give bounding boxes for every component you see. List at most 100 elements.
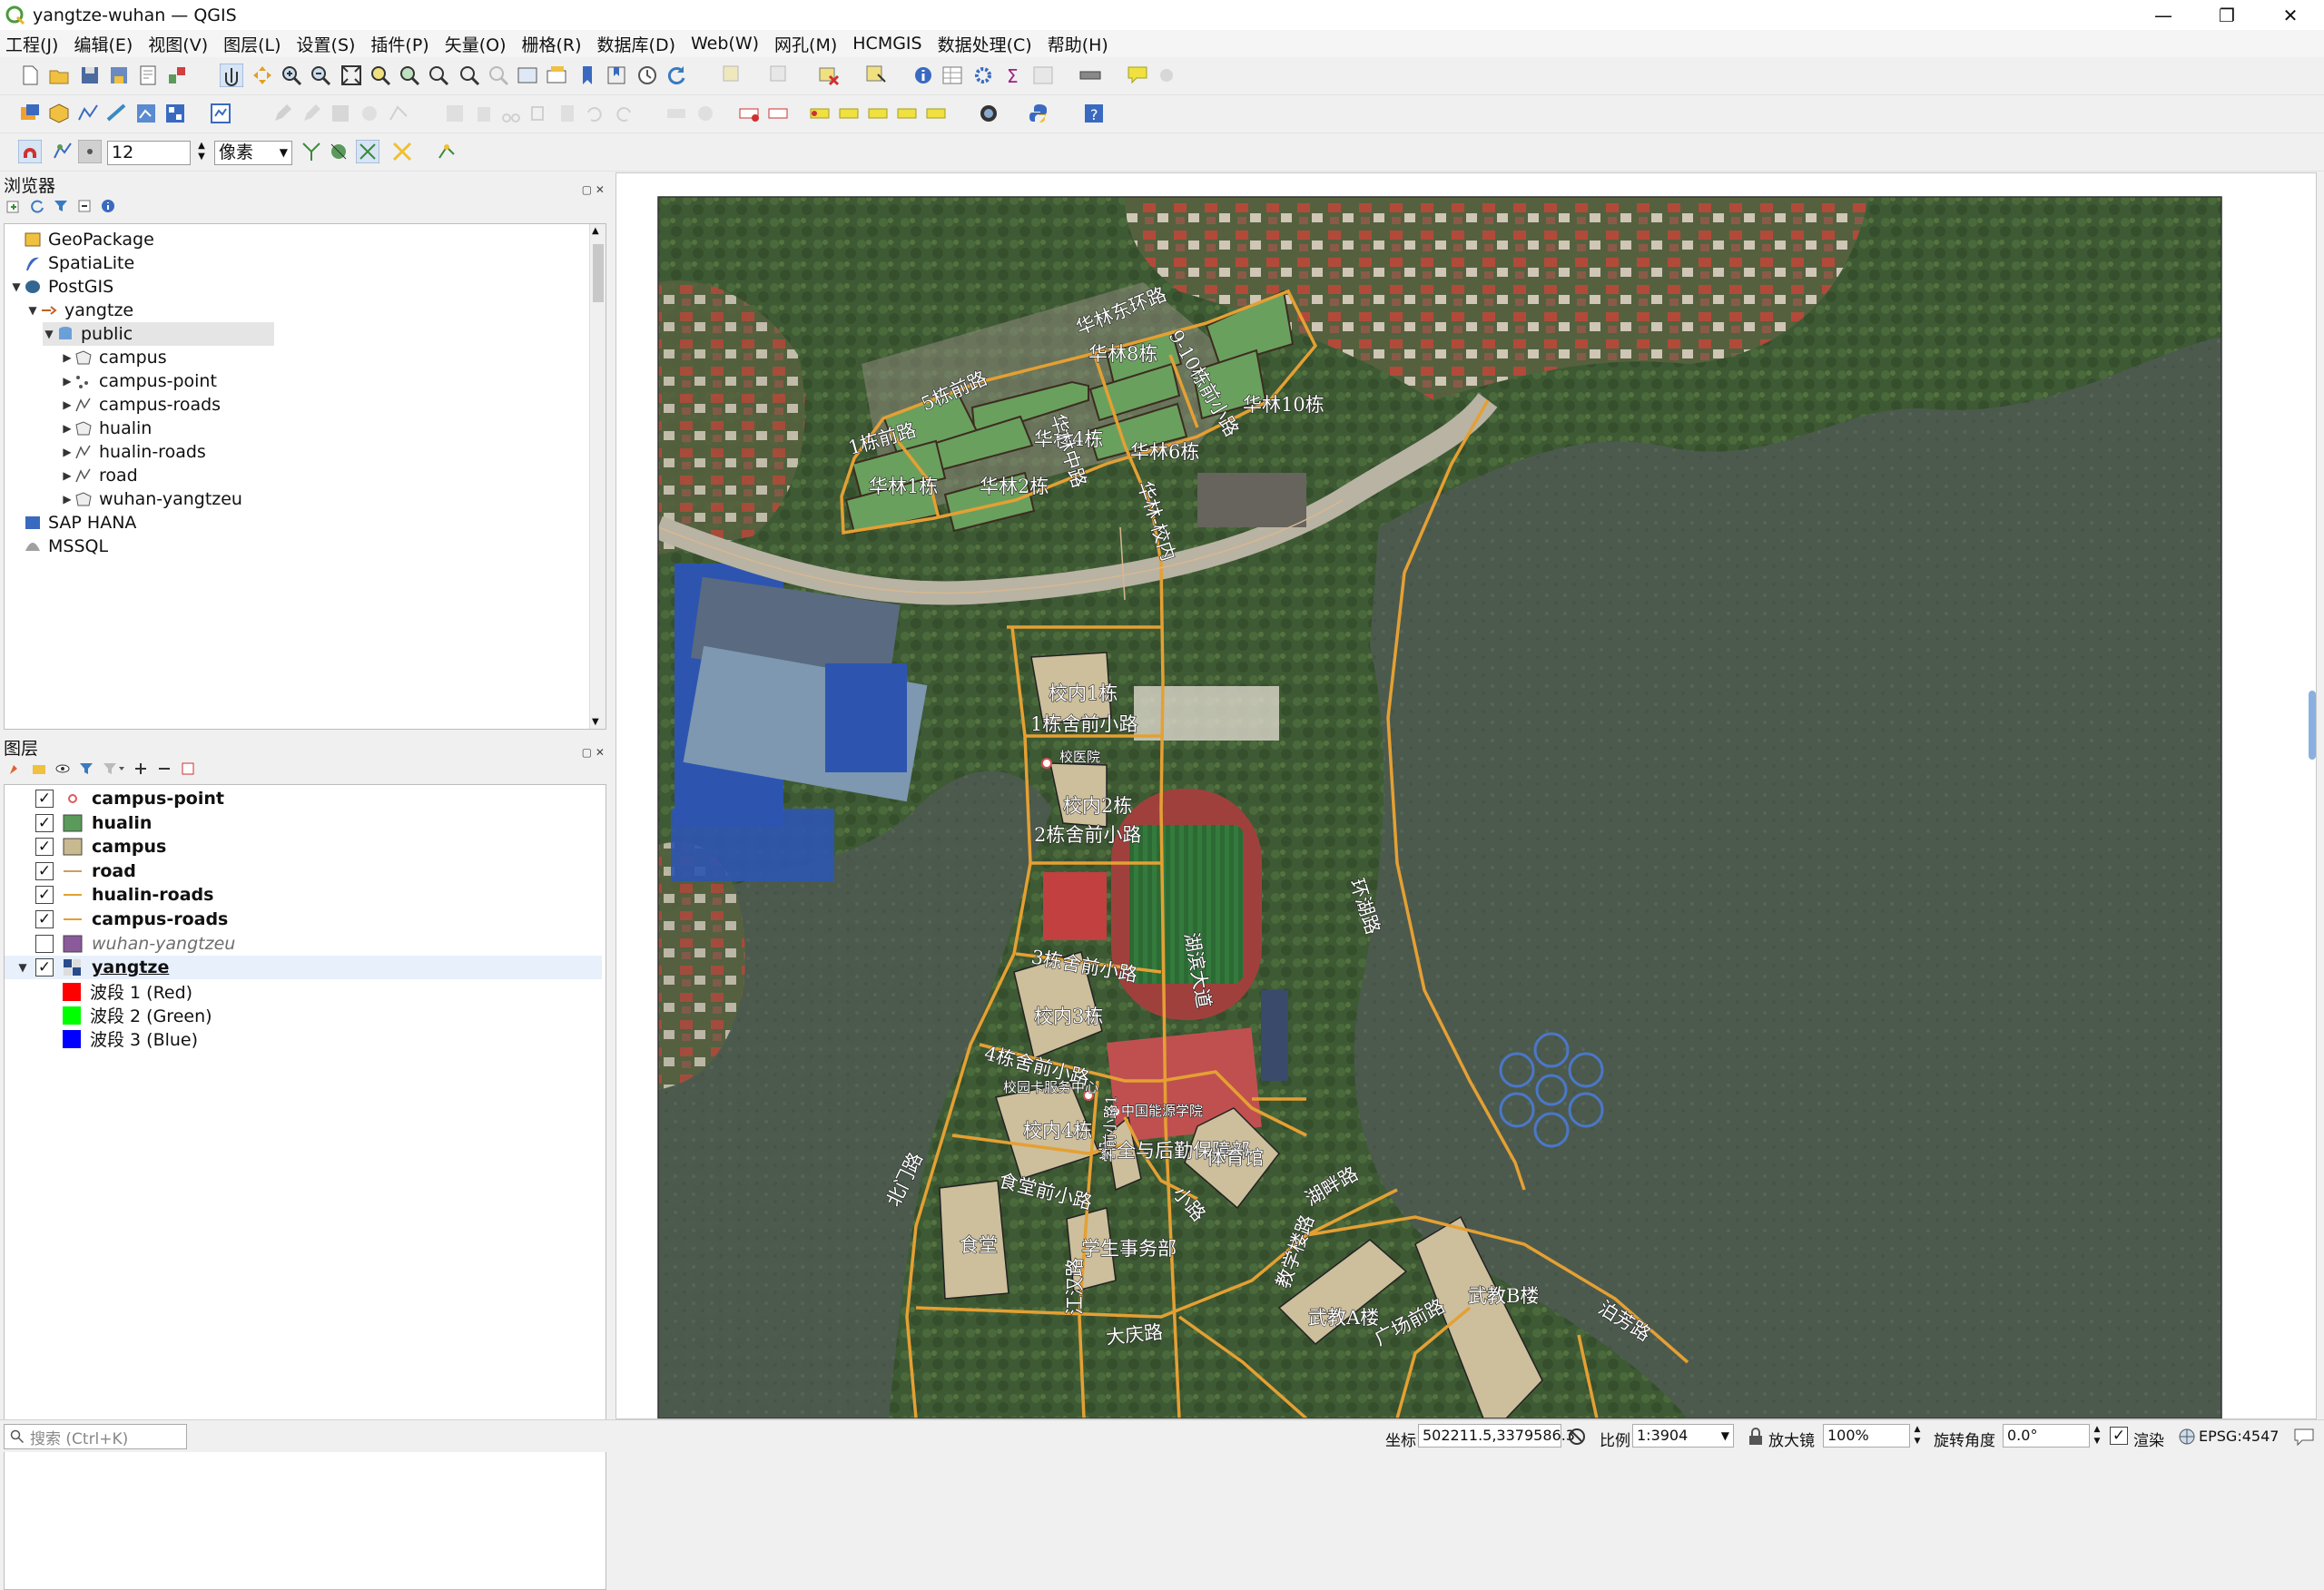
filter-legend-icon[interactable] <box>78 761 94 777</box>
layer-item-road[interactable]: ✓ road <box>10 859 136 883</box>
filter-expression-icon[interactable] <box>102 761 125 777</box>
layer-visibility-checkbox[interactable]: ✓ <box>35 813 54 832</box>
add-feature-icon[interactable] <box>358 102 381 125</box>
layer-item-campus-point[interactable]: ✓ campus-point <box>10 787 224 810</box>
menu-layer[interactable]: 图层(L) <box>223 32 281 56</box>
zoom-to-layer-icon[interactable] <box>398 64 421 87</box>
properties-info-icon[interactable] <box>100 198 116 214</box>
browser-item-sap-hana[interactable]: SAP HANA <box>10 511 136 535</box>
attribute-table-icon[interactable] <box>940 64 964 87</box>
expand-down-icon[interactable]: ▼ <box>10 280 23 293</box>
data-source-manager-icon[interactable] <box>18 102 42 125</box>
zoom-to-selection-icon[interactable] <box>369 64 392 87</box>
vertex-tool-icon[interactable] <box>387 102 410 125</box>
highlight-label-icon[interactable] <box>766 102 790 125</box>
map-scroll-indicator[interactable] <box>2309 691 2316 760</box>
expand-down-icon[interactable]: ▼ <box>26 304 39 317</box>
remove-layer-icon[interactable] <box>180 761 196 777</box>
maximize-button[interactable]: ❐ <box>2195 0 2259 30</box>
new-shapefile-icon[interactable] <box>76 102 100 125</box>
browser-item-spatialite[interactable]: SpatiaLite <box>10 251 134 275</box>
coord-field[interactable]: 502211.5,3379586.3 <box>1418 1424 1575 1448</box>
layer-visibility-checkbox[interactable]: ✓ <box>35 790 54 808</box>
scale-field[interactable]: 1:3904 ▼ <box>1632 1424 1734 1448</box>
add-selected-icon[interactable] <box>5 198 22 214</box>
layer-visibility-checkbox[interactable]: ✓ <box>35 886 54 905</box>
menu-mesh[interactable]: 网孔(M) <box>774 32 837 56</box>
pan-icon[interactable] <box>220 64 243 87</box>
zoom-out-icon[interactable] <box>309 64 332 87</box>
digitize-icon[interactable] <box>271 102 294 125</box>
menu-vector[interactable]: 矢量(O) <box>445 32 507 56</box>
map-canvas[interactable]: 华林8栋 华林10栋 华林4栋 华林6栋 华林1栋 华林2栋 5栋前路 1栋前路… <box>615 172 2317 1419</box>
expand-right-icon[interactable]: ▶ <box>61 375 74 388</box>
rotation-spinner[interactable]: ▲ ▼ <box>2090 1424 2104 1448</box>
processing-toolbox-icon[interactable] <box>971 64 995 87</box>
save-project-icon[interactable] <box>78 64 102 87</box>
expand-down-icon[interactable]: ▼ <box>10 961 35 974</box>
browser-item-mssql[interactable]: MSSQL <box>10 535 108 558</box>
temporal-controller-icon[interactable] <box>635 64 659 87</box>
layer-item-campus-roads[interactable]: ✓ campus-roads <box>10 908 228 931</box>
expand-right-icon[interactable]: ▶ <box>61 351 74 364</box>
new-map-view-icon[interactable] <box>516 64 539 87</box>
zoom-full-icon[interactable] <box>340 64 363 87</box>
snapping-layer-icon[interactable] <box>51 140 74 163</box>
map-tips-icon[interactable] <box>1126 64 1149 87</box>
copy-icon[interactable] <box>527 102 550 125</box>
snapping-type-icon[interactable] <box>78 140 102 163</box>
manage-visibility-icon[interactable] <box>54 761 71 777</box>
expand-down-icon[interactable]: ▼ <box>43 328 55 340</box>
save-as-icon[interactable] <box>107 64 131 87</box>
select-location-icon[interactable] <box>864 64 888 87</box>
browser-item-geopackage[interactable]: GeoPackage <box>10 228 154 251</box>
zoom-native-icon[interactable] <box>427 64 450 87</box>
browser-item-wuhan-yangtzeu[interactable]: ▶ wuhan-yangtzeu <box>61 487 242 511</box>
layer-item-hualin[interactable]: ✓ hualin <box>10 811 152 835</box>
avoid-overlap-icon[interactable] <box>356 140 379 163</box>
paste-icon[interactable] <box>556 102 579 125</box>
layer-label-icon[interactable] <box>694 102 717 125</box>
magnifier-field[interactable]: 100% <box>1823 1424 1910 1448</box>
zoom-in-icon[interactable] <box>280 64 303 87</box>
expand-right-icon[interactable]: ▶ <box>61 469 74 482</box>
new-print-layout-icon[interactable] <box>136 64 160 87</box>
collapse-all-layers-icon[interactable] <box>156 761 172 777</box>
move-label-icon[interactable] <box>866 102 890 125</box>
measure-icon[interactable] <box>1078 64 1102 87</box>
rotate-label-icon[interactable] <box>895 102 919 125</box>
label-icon[interactable] <box>665 102 688 125</box>
expand-right-icon[interactable]: ▶ <box>61 493 74 505</box>
table-icon[interactable] <box>1031 64 1055 87</box>
layer-item-campus[interactable]: ✓ campus <box>10 835 166 859</box>
show-hide-labels-icon[interactable] <box>837 102 861 125</box>
add-vector-icon[interactable] <box>134 102 158 125</box>
tolerance-spinner[interactable]: ▲ ▼ <box>192 141 211 165</box>
cut-icon[interactable] <box>499 102 523 125</box>
edit-pencil-icon[interactable] <box>300 102 323 125</box>
plugin-globe-icon[interactable] <box>977 102 1000 125</box>
browser-item-public[interactable]: ▼ public <box>43 322 274 346</box>
lock-scale-icon[interactable] <box>1747 1427 1765 1447</box>
layer-item-wuhan-yangtzeu[interactable]: wuhan-yangtzeu <box>10 932 235 956</box>
delete-selected-icon[interactable] <box>472 102 496 125</box>
pin-label-icon[interactable] <box>737 102 761 125</box>
show-pinned-icon[interactable] <box>808 102 832 125</box>
browser-item-campus-point[interactable]: ▶ campus-point <box>61 369 217 393</box>
new-project-icon[interactable] <box>18 64 42 87</box>
expand-right-icon[interactable]: ▶ <box>61 446 74 458</box>
expand-all-icon[interactable] <box>133 761 149 777</box>
expand-right-icon[interactable]: ▶ <box>61 398 74 411</box>
deselect-all-icon[interactable] <box>817 64 841 87</box>
tracing-icon[interactable] <box>390 140 414 163</box>
new-temp-layer-icon[interactable] <box>105 102 129 125</box>
undo-icon[interactable] <box>583 102 606 125</box>
enable-snapping-icon[interactable] <box>18 140 42 163</box>
settings-gear-icon[interactable] <box>1155 64 1178 87</box>
menu-settings[interactable]: 设置(S) <box>297 32 356 56</box>
menu-processing[interactable]: 数据处理(C) <box>938 32 1032 56</box>
menu-raster[interactable]: 栅格(R) <box>522 32 582 56</box>
menu-plugins[interactable]: 插件(P) <box>370 32 428 56</box>
browser-item-postgis[interactable]: ▼ PostGIS <box>10 275 113 299</box>
new-geopackage-icon[interactable] <box>47 102 71 125</box>
